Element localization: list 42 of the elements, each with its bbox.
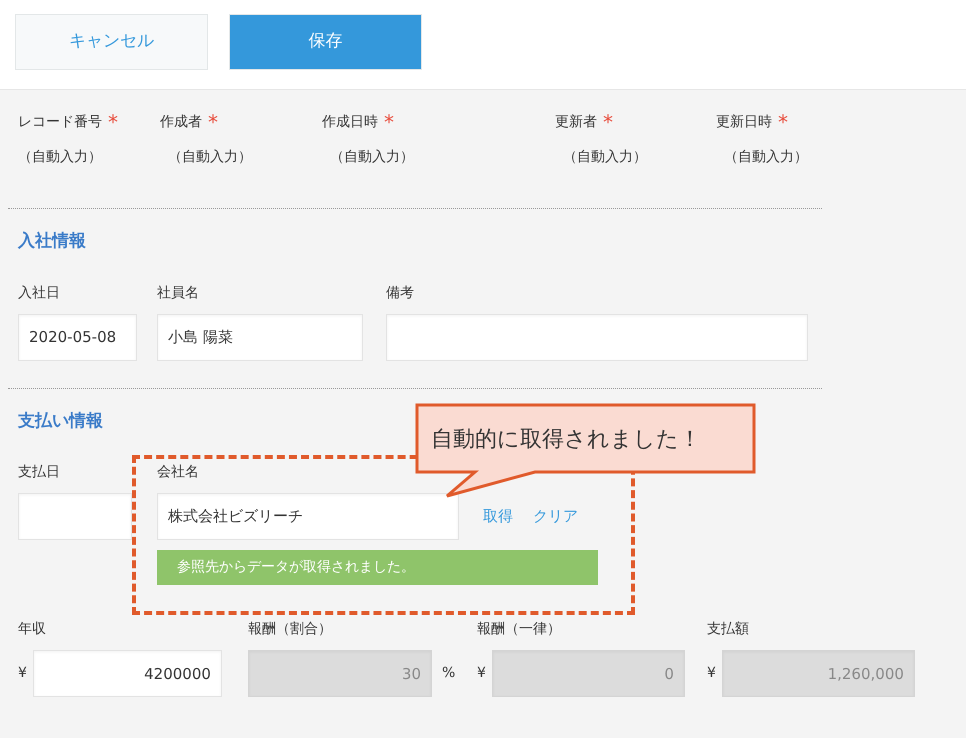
success-message: 参照先からデータが取得されました。 (157, 550, 598, 585)
required-asterisk: * (208, 112, 218, 132)
clear-link[interactable]: クリア (533, 505, 578, 528)
callout: 自動的に取得されました！ (415, 403, 757, 499)
field-label: 更新日時 (716, 113, 772, 132)
field-label: 支払日 (18, 463, 61, 482)
unit-label: % (442, 664, 456, 683)
field-label: 作成日時 (322, 113, 378, 132)
fetch-link[interactable]: 取得 (483, 505, 513, 528)
required-asterisk: * (603, 112, 613, 132)
field-value: （自動入力） (18, 148, 103, 167)
input-field[interactable]: 小島 陽菜 (157, 314, 363, 360)
input-field[interactable]: 2020-05-08 (18, 314, 137, 360)
field-label: 備考 (386, 284, 415, 302)
field-value: （自動入力） (724, 148, 809, 167)
field-label: 報酬（一律） (477, 620, 562, 639)
field-label: 年収 (18, 620, 47, 639)
field-label: 作成者 (160, 113, 202, 132)
input-field[interactable]: 株式会社ビズリーチ (157, 493, 459, 540)
input-field[interactable]: 4200000 (32, 650, 222, 697)
required-asterisk: * (384, 112, 394, 132)
field-label: 入社日 (18, 284, 61, 302)
currency-symbol: ¥ (707, 664, 716, 683)
required-asterisk: * (778, 112, 788, 132)
section-title: 支払い情報 (18, 410, 103, 430)
save-button[interactable]: 保存 (229, 14, 422, 70)
input-field[interactable] (386, 314, 808, 360)
section-title: 入社情報 (18, 231, 86, 251)
field-label: レコード番号 (18, 113, 102, 132)
field-label: 会社名 (157, 463, 200, 482)
field-label: 支払額 (707, 620, 750, 639)
currency-symbol: ¥ (18, 664, 27, 683)
required-asterisk: * (108, 112, 118, 132)
field-value: （自動入力） (563, 148, 648, 167)
cancel-button[interactable]: キャンセル (15, 14, 208, 70)
currency-symbol: ¥ (477, 664, 486, 683)
field-value: （自動入力） (330, 148, 415, 167)
input-field[interactable] (18, 493, 132, 540)
field-label: 報酬（割合） (248, 620, 333, 639)
field-value: （自動入力） (168, 148, 253, 167)
field-label: 更新者 (555, 113, 597, 132)
field-label: 社員名 (157, 284, 200, 302)
